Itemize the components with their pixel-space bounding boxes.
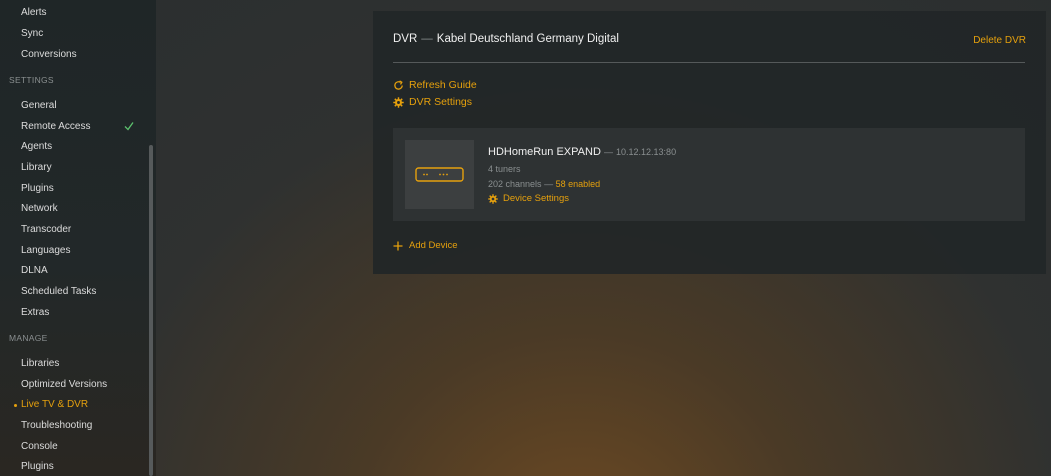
sidebar-item-alerts[interactable]: Alerts	[21, 7, 47, 19]
sidebar-item-agents[interactable]: Agents	[21, 141, 52, 153]
device-settings-label: Device Settings	[503, 193, 570, 204]
sidebar-item-dlna[interactable]: DLNA	[21, 265, 48, 277]
enabled-channels-link[interactable]: 58 enabled	[556, 179, 601, 189]
device-ip-separator: —	[603, 147, 613, 157]
sidebar-item-general[interactable]: General	[21, 100, 57, 112]
sidebar-item-conversions[interactable]: Conversions	[21, 49, 77, 61]
sidebar-item-network[interactable]: Network	[21, 203, 58, 215]
device-ip: 10.12.12.13:80	[616, 147, 677, 157]
device-channels: 202 channels — 58 enabled	[488, 179, 600, 189]
dvr-title: DVR — Kabel Deutschland Germany Digital	[393, 33, 619, 45]
divider	[393, 62, 1025, 63]
dvr-settings-button[interactable]: DVR Settings	[393, 96, 472, 108]
device-tuners: 4 tuners	[488, 164, 521, 174]
dvr-panel: DVR — Kabel Deutschland Germany Digital De…	[373, 11, 1046, 274]
sidebar-item-libraries[interactable]: Libraries	[21, 358, 59, 370]
dvr-label: DVR	[393, 33, 418, 45]
refresh-icon	[394, 79, 403, 90]
dvr-title-separator: —	[421, 33, 433, 45]
settings-sidebar: Alerts Sync Conversions SETTINGS General…	[0, 0, 156, 476]
channel-count: 202 channels	[488, 179, 542, 189]
device-name: HDHomeRun EXPAND	[488, 146, 601, 158]
sidebar-item-plugins-manage[interactable]: Plugins	[21, 461, 54, 473]
device-title: HDHomeRun EXPAND — 10.12.12.13:80	[488, 146, 676, 158]
device-settings-button[interactable]: Device Settings	[488, 193, 569, 204]
dvr-settings-label: DVR Settings	[409, 96, 473, 108]
sidebar-item-extras[interactable]: Extras	[21, 307, 49, 319]
delete-dvr-button[interactable]: Delete DVR	[973, 35, 1026, 46]
plus-icon	[393, 241, 403, 250]
device-thumbnail	[405, 140, 474, 209]
sidebar-item-troubleshooting[interactable]: Troubleshooting	[21, 420, 92, 432]
sidebar-item-console[interactable]: Console	[21, 441, 58, 453]
active-indicator-dot	[14, 404, 17, 407]
add-device-button[interactable]: Add Device	[393, 240, 458, 251]
tuner-device-icon	[415, 167, 464, 182]
sidebar-item-scheduled-tasks[interactable]: Scheduled Tasks	[21, 286, 96, 298]
refresh-guide-button[interactable]: Refresh Guide	[393, 79, 477, 91]
sidebar-item-optimized-versions[interactable]: Optimized Versions	[21, 379, 107, 391]
sidebar-item-plugins[interactable]: Plugins	[21, 183, 54, 195]
channels-separator: —	[544, 179, 554, 189]
sidebar-item-library[interactable]: Library	[21, 162, 52, 174]
sidebar-heading-settings: SETTINGS	[9, 75, 54, 85]
sidebar-item-languages[interactable]: Languages	[21, 245, 71, 257]
sidebar-item-remote-access[interactable]: Remote Access	[21, 121, 90, 133]
add-device-label: Add Device	[409, 240, 458, 251]
sidebar-heading-manage: MANAGE	[9, 333, 48, 343]
sidebar-item-live-tv-dvr[interactable]: Live TV & DVR	[21, 399, 88, 411]
sidebar-item-sync[interactable]: Sync	[21, 28, 43, 40]
gear-icon	[393, 96, 404, 108]
device-card: HDHomeRun EXPAND — 10.12.12.13:80 4 tune…	[393, 128, 1025, 221]
gear-icon	[488, 193, 498, 204]
dvr-name: Kabel Deutschland Germany Digital	[436, 33, 619, 45]
check-icon	[124, 122, 134, 131]
sidebar-scrollbar-thumb[interactable]	[149, 145, 153, 476]
refresh-guide-label: Refresh Guide	[409, 79, 477, 91]
sidebar-item-transcoder[interactable]: Transcoder	[21, 224, 71, 236]
